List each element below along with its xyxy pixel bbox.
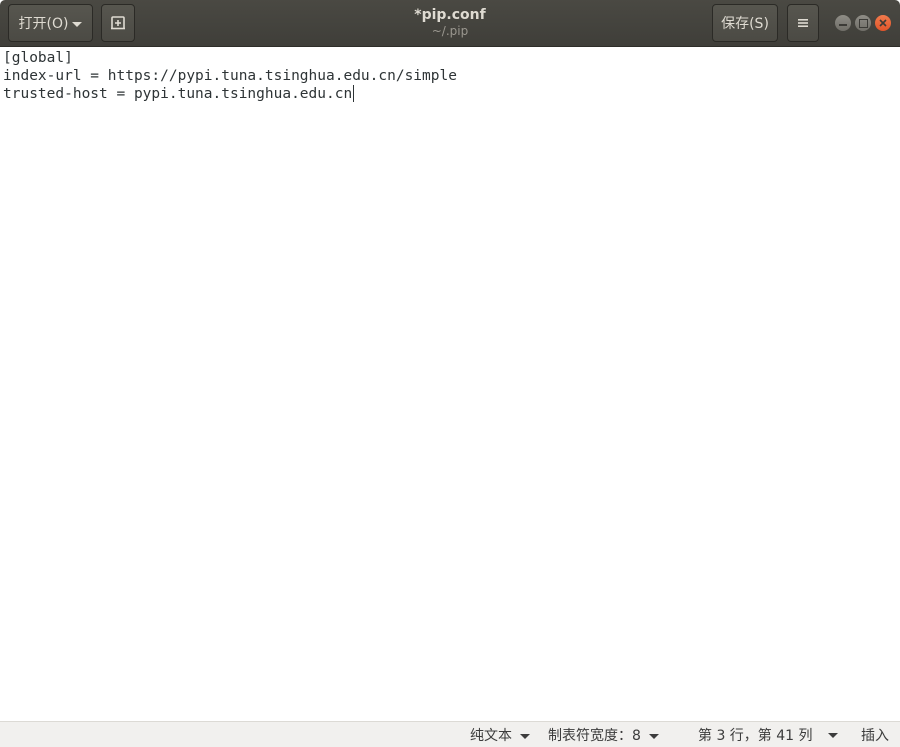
chevron-down-icon bbox=[72, 21, 83, 27]
header-bar: 打开(O) *pip.conf ~/.pip 保存(S) bbox=[0, 0, 900, 47]
window-title: *pip.conf bbox=[414, 7, 486, 23]
editor-line-3: trusted-host = pypi.tuna.tsinghua.edu.cn bbox=[3, 85, 897, 103]
new-tab-button[interactable] bbox=[101, 4, 135, 42]
cursor-position-label: 第 3 行，第 41 列 bbox=[698, 728, 813, 744]
maximize-button[interactable] bbox=[855, 15, 871, 31]
chevron-down-icon bbox=[648, 733, 659, 739]
cursor-position[interactable]: 第 3 行，第 41 列 bbox=[698, 726, 813, 744]
language-label: 纯文本 bbox=[470, 728, 512, 744]
line-text: index-url = https://pypi.tuna.tsinghua.e… bbox=[3, 68, 457, 84]
language-selector[interactable]: 纯文本 bbox=[470, 726, 530, 744]
editor-line-1: [global] bbox=[3, 49, 897, 67]
text-editor[interactable]: [global] index-url = https://pypi.tuna.t… bbox=[0, 47, 900, 721]
insert-mode-label: 插入 bbox=[861, 728, 889, 744]
menu-button[interactable] bbox=[787, 4, 819, 42]
line-text: trusted-host = pypi.tuna.tsinghua.edu.cn bbox=[3, 86, 353, 102]
text-cursor bbox=[353, 85, 355, 102]
insert-mode-indicator[interactable]: 插入 bbox=[861, 726, 889, 744]
save-button[interactable]: 保存(S) bbox=[712, 4, 778, 42]
gedit-window: 打开(O) *pip.conf ~/.pip 保存(S) [global] in… bbox=[0, 0, 900, 747]
minimize-button[interactable] bbox=[835, 15, 851, 31]
editor-line-2: index-url = https://pypi.tuna.tsinghua.e… bbox=[3, 67, 897, 85]
status-bar: 纯文本 制表符宽度：8 第 3 行，第 41 列 插入 bbox=[0, 721, 900, 747]
open-button[interactable]: 打开(O) bbox=[8, 4, 93, 42]
line-text: [global] bbox=[3, 50, 73, 66]
tab-width-label: 制表符宽度：8 bbox=[548, 728, 641, 744]
chevron-down-icon bbox=[520, 733, 530, 739]
close-icon bbox=[879, 19, 887, 27]
close-button[interactable] bbox=[875, 15, 891, 31]
open-button-label: 打开(O) bbox=[18, 16, 69, 32]
title-area: *pip.conf ~/.pip bbox=[300, 6, 600, 39]
tab-width-selector[interactable]: 制表符宽度：8 bbox=[548, 726, 659, 744]
window-subtitle: ~/.pip bbox=[431, 24, 469, 38]
new-document-icon bbox=[111, 16, 125, 30]
chevron-down-icon[interactable] bbox=[828, 733, 838, 738]
hamburger-menu-icon bbox=[798, 19, 808, 27]
save-button-label: 保存(S) bbox=[721, 16, 769, 32]
